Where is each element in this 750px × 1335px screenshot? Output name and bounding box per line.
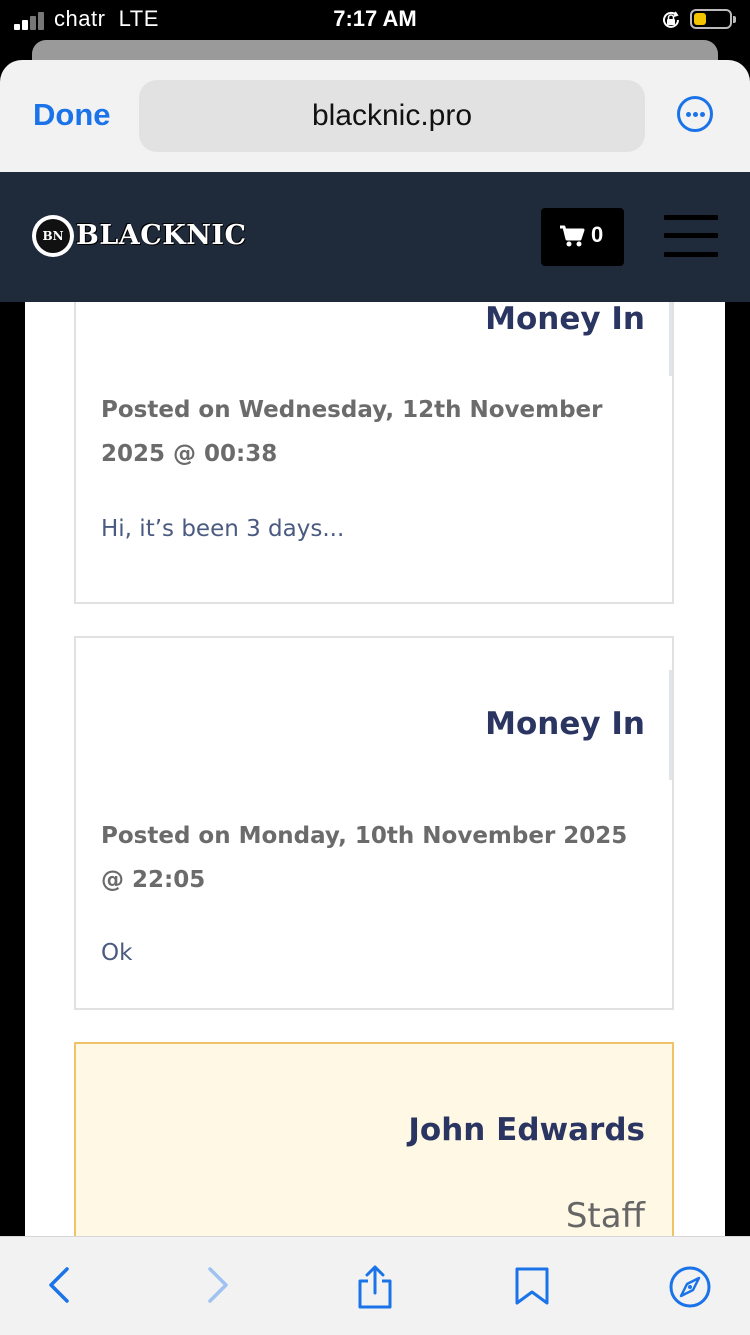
- reply-card: Money In Posted on Monday, 10th November…: [74, 636, 674, 1010]
- site-logo-text[interactable]: BLACKNIC: [76, 220, 247, 251]
- staff-role-label: Staff: [565, 1196, 645, 1236]
- orientation-lock-icon: [660, 10, 682, 30]
- ticket-thread: Money In Posted on Wednesday, 12th Novem…: [25, 302, 725, 1236]
- forward-icon[interactable]: [187, 1237, 247, 1335]
- cart-count: 0: [591, 222, 604, 247]
- status-time: 7:17 AM: [333, 6, 417, 31]
- cart-button[interactable]: 0: [541, 208, 624, 266]
- done-button[interactable]: Done: [33, 97, 111, 133]
- reply-author: Money In: [485, 706, 645, 742]
- reply-card: Money In Posted on Wednesday, 12th Novem…: [74, 302, 674, 604]
- browser-toolbar: [0, 1236, 750, 1335]
- menu-icon[interactable]: [664, 215, 718, 257]
- compass-icon[interactable]: [658, 1237, 718, 1335]
- reply-message: Ok: [101, 940, 133, 966]
- back-icon[interactable]: [30, 1237, 90, 1335]
- cart-icon: [560, 225, 585, 247]
- share-icon[interactable]: [345, 1237, 405, 1335]
- staff-reply-card: John Edwards Staff: [74, 1042, 674, 1236]
- reply-date: Posted on Monday, 10th November 2025 @ 2…: [101, 823, 628, 893]
- page-gutter-right: [725, 302, 750, 1236]
- page-gutter-left: [0, 302, 25, 1236]
- battery-icon: [690, 9, 736, 29]
- bookmarks-icon[interactable]: [502, 1237, 562, 1335]
- reply-date: Posted on Wednesday, 12th November 2025 …: [101, 397, 603, 467]
- reply-author: John Edwards: [408, 1112, 645, 1148]
- reply-author: Money In: [485, 302, 645, 337]
- address-bar[interactable]: blacknic.pro: [139, 80, 645, 152]
- more-icon[interactable]: [677, 96, 713, 132]
- logo-icon[interactable]: BN: [32, 215, 74, 257]
- reply-message: Hi, it’s been 3 days...: [101, 516, 345, 542]
